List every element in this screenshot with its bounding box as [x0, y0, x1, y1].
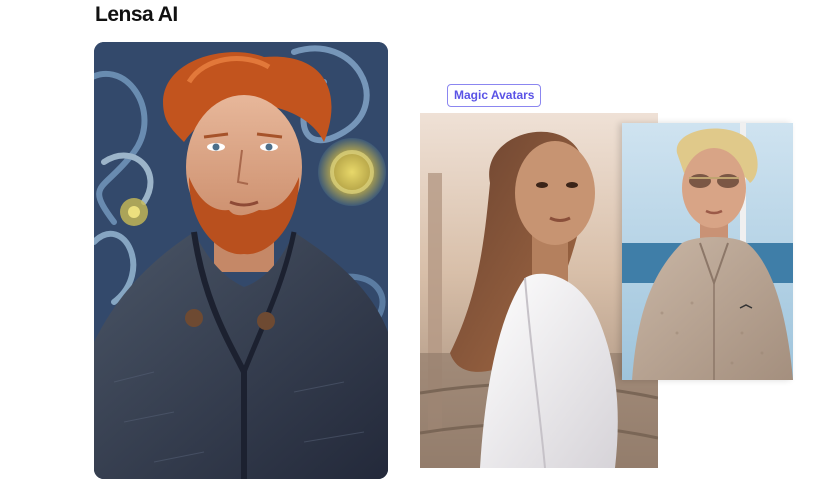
blond-man-sunglasses-portrait — [622, 123, 793, 380]
van-gogh-style-portrait — [94, 42, 388, 479]
magic-avatars-badge[interactable]: Magic Avatars — [447, 84, 542, 107]
page-title: Lensa AI — [95, 3, 178, 26]
